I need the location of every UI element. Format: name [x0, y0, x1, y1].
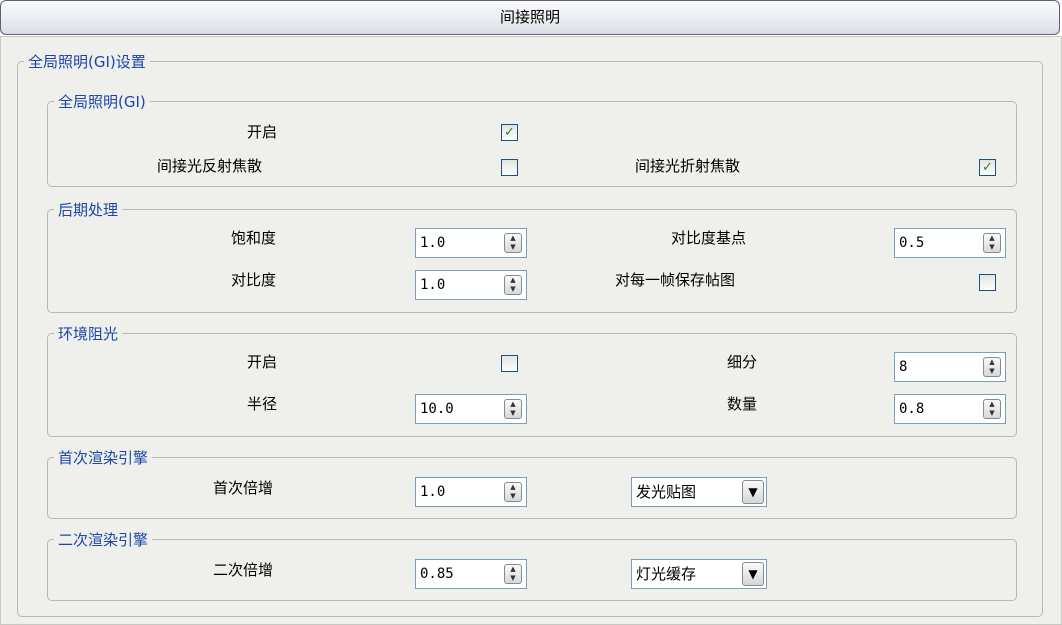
saturation-input[interactable]: [416, 229, 494, 257]
primary-engine-group: 首次渲染引擎: [47, 447, 1017, 519]
subdivs-input[interactable]: [895, 353, 973, 381]
primary-engine-select[interactable]: 发光贴图 ▼: [631, 477, 767, 507]
ambient-occlusion-group: 环境阻光: [47, 323, 1017, 437]
amount-arrows[interactable]: ▲ ▼: [983, 399, 1001, 419]
primary-engine-value: 发光贴图: [636, 483, 697, 501]
contrast-base-arrows[interactable]: ▲ ▼: [983, 233, 1001, 253]
gi-legend: 全局照明(GI): [58, 93, 146, 111]
secondary-engine-group: 二次渲染引擎: [47, 529, 1017, 601]
contrast-base-input[interactable]: [895, 229, 973, 257]
gi-enable-label: 开启: [247, 123, 278, 141]
primary-multiplier-input[interactable]: [416, 478, 494, 506]
secondary-multiplier-input[interactable]: [416, 560, 494, 588]
save-maps-label: 对每一帧保存帖图: [615, 271, 736, 289]
secondary-multiplier-label: 二次倍增: [213, 561, 274, 579]
saturation-label: 饱和度: [231, 229, 277, 247]
secondary-legend: 二次渲染引擎: [58, 531, 149, 549]
gi-refr-caustics-checkbox[interactable]: ✓: [979, 159, 996, 176]
primary-multiplier-label: 首次倍增: [213, 479, 274, 497]
saturation-arrows[interactable]: ▲ ▼: [504, 233, 522, 253]
contrast-arrows[interactable]: ▲ ▼: [504, 275, 522, 295]
contrast-base-label: 对比度基点: [671, 229, 747, 247]
contrast-base-spinner[interactable]: ▲▼: [894, 228, 1006, 258]
gi-refl-caustics-checkbox[interactable]: [501, 159, 518, 176]
secondary-multiplier-spinner[interactable]: ▲▼: [415, 559, 527, 589]
ao-legend: 环境阻光: [58, 325, 119, 343]
primary-multiplier-spinner[interactable]: ▲▼: [415, 477, 527, 507]
window-title-bar[interactable]: 间接照明: [0, 0, 1060, 35]
secondary-multiplier-arrows[interactable]: ▲ ▼: [504, 564, 522, 584]
post-legend: 后期处理: [58, 201, 119, 219]
window-title: 间接照明: [499, 8, 560, 26]
post-processing-group: 后期处理: [47, 199, 1017, 313]
contrast-input[interactable]: [416, 271, 494, 299]
primary-multiplier-arrows[interactable]: ▲ ▼: [504, 482, 522, 502]
ao-enable-label: 开启: [247, 353, 278, 371]
gi-refr-caustics-label: 间接光折射焦散: [635, 157, 741, 175]
amount-spinner[interactable]: ▲▼: [894, 394, 1006, 424]
secondary-engine-select[interactable]: 灯光缓存 ▼: [631, 559, 767, 589]
radius-label: 半径: [247, 395, 278, 413]
radius-arrows[interactable]: ▲ ▼: [504, 399, 522, 419]
chevron-down-icon[interactable]: ▼: [742, 562, 764, 586]
contrast-label: 对比度: [231, 271, 277, 289]
gi-enable-checkbox[interactable]: ✓: [501, 124, 518, 141]
saturation-spinner[interactable]: ▲▼: [415, 228, 527, 258]
gi-settings-legend: 全局照明(GI)设置: [28, 53, 146, 71]
contrast-spinner[interactable]: ▲▼: [415, 270, 527, 300]
ao-enable-checkbox[interactable]: [501, 355, 518, 372]
save-maps-checkbox[interactable]: [979, 274, 996, 291]
radius-input[interactable]: [416, 395, 494, 423]
gi-refl-caustics-label: 间接光反射焦散: [157, 157, 263, 175]
subdivs-arrows[interactable]: ▲ ▼: [983, 357, 1001, 377]
radius-spinner[interactable]: ▲▼: [415, 394, 527, 424]
amount-label: 数量: [727, 395, 758, 413]
subdivs-spinner[interactable]: ▲▼: [894, 352, 1006, 382]
settings-panel: 全局照明(GI)设置 全局照明(GI) 开启 ✓ 间接光反射焦散 间接光折射焦散…: [0, 36, 1062, 625]
chevron-down-icon[interactable]: ▼: [742, 480, 764, 504]
secondary-engine-value: 灯光缓存: [636, 565, 697, 583]
primary-legend: 首次渲染引擎: [58, 449, 149, 467]
subdivs-label: 细分: [727, 353, 758, 371]
amount-input[interactable]: [895, 395, 973, 423]
